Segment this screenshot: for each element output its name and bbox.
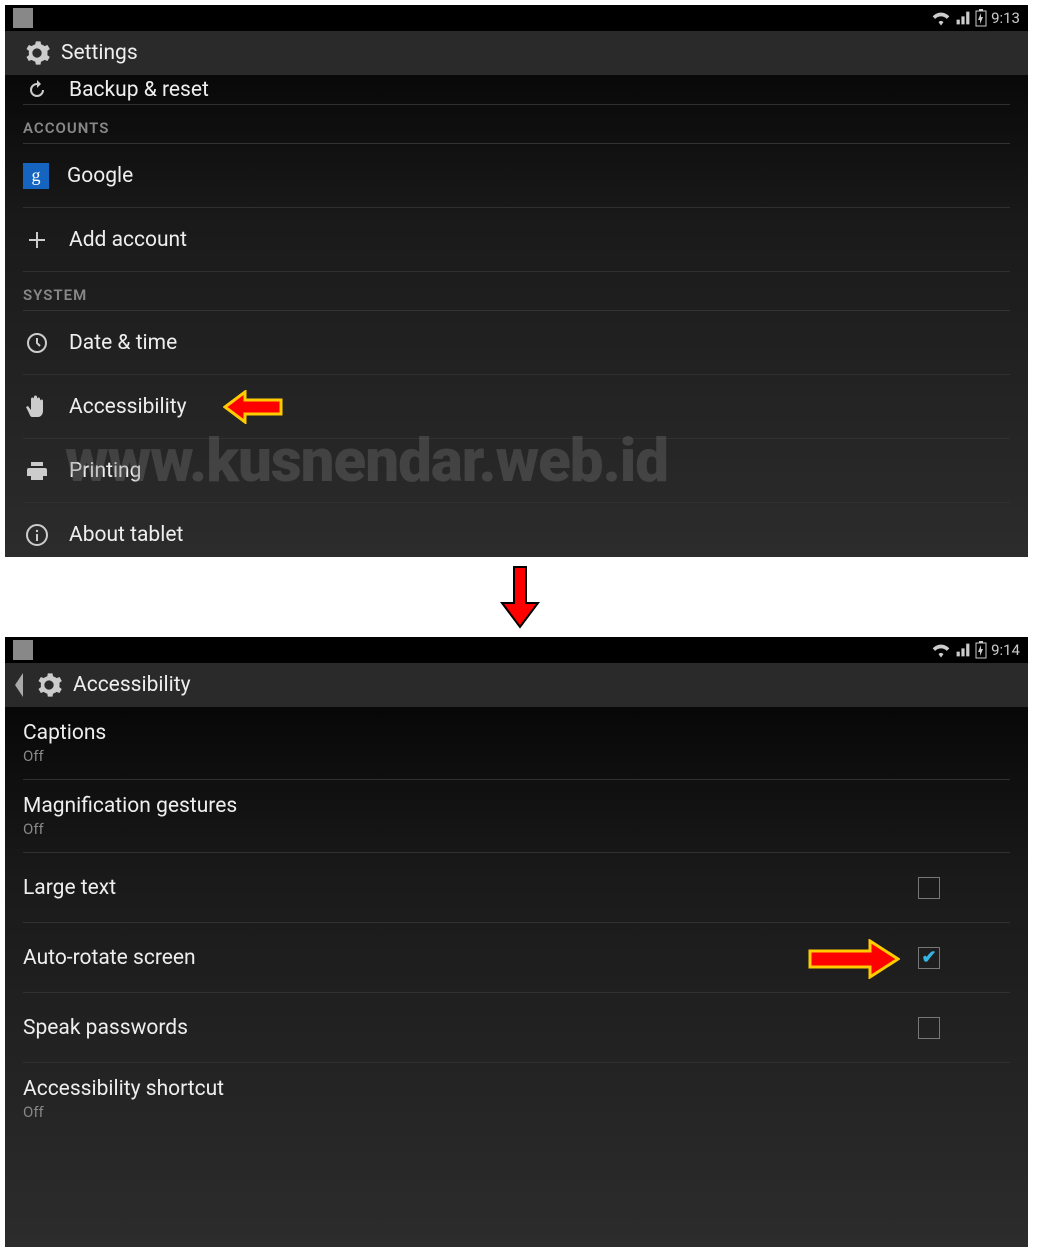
pref-title: Accessibility shortcut (23, 1077, 224, 1101)
pref-title: Auto-rotate screen (23, 946, 196, 970)
status-bar: 9:13 (5, 5, 1028, 31)
status-clock: 9:14 (991, 641, 1020, 659)
accessibility-screen: 9:14 Accessibility Captions Off Magnific… (5, 637, 1028, 1247)
status-bar: 9:14 (5, 637, 1028, 663)
row-label: Accessibility (69, 395, 1010, 419)
info-icon (25, 523, 49, 547)
row-label: Date & time (69, 331, 1010, 355)
pref-subtitle: Off (23, 820, 237, 838)
checkbox-auto-rotate[interactable] (918, 947, 940, 969)
row-google[interactable]: g Google (23, 144, 1010, 208)
section-header-accounts: ACCOUNTS (23, 105, 1010, 144)
pref-title: Captions (23, 721, 106, 745)
pref-title: Large text (23, 876, 116, 900)
checkbox-large-text[interactable] (918, 877, 940, 899)
action-bar-title: Settings (61, 41, 138, 65)
row-accessibility[interactable]: Accessibility (23, 375, 1010, 439)
notification-app-icon (13, 640, 33, 660)
pref-speak-passwords[interactable]: Speak passwords (23, 993, 1010, 1063)
action-bar[interactable]: Accessibility (5, 663, 1028, 707)
annotation-arrow-left-icon (223, 390, 283, 424)
row-date-time[interactable]: Date & time (23, 311, 1010, 375)
signal-icon (955, 10, 971, 26)
row-add-account[interactable]: Add account (23, 208, 1010, 272)
pref-accessibility-shortcut[interactable]: Accessibility shortcut Off (23, 1063, 1010, 1135)
pref-large-text[interactable]: Large text (23, 853, 1010, 923)
battery-charging-icon (975, 641, 987, 659)
row-label: Printing (69, 459, 1010, 483)
row-about-tablet[interactable]: About tablet (23, 503, 1010, 557)
row-label: Backup & reset (69, 78, 1010, 102)
pref-captions[interactable]: Captions Off (23, 707, 1010, 780)
row-label: Google (67, 164, 1010, 188)
accessibility-list[interactable]: Captions Off Magnification gestures Off … (5, 707, 1028, 1135)
plus-icon (25, 228, 49, 252)
section-header-system: SYSTEM (23, 272, 1010, 311)
settings-list[interactable]: Backup & reset ACCOUNTS g Google Add acc… (5, 75, 1028, 557)
row-label: About tablet (69, 523, 1010, 547)
action-bar-title: Accessibility (73, 673, 191, 697)
pref-auto-rotate[interactable]: Auto-rotate screen (23, 923, 1010, 993)
battery-charging-icon (975, 9, 987, 27)
annotation-gap (0, 562, 1040, 632)
row-backup-reset[interactable]: Backup & reset (23, 75, 1010, 105)
printer-icon (25, 459, 49, 483)
google-icon: g (23, 163, 49, 189)
gear-icon (35, 671, 63, 699)
restore-icon (25, 78, 49, 102)
row-label: Add account (69, 228, 1010, 252)
pref-title: Speak passwords (23, 1016, 188, 1040)
row-printing[interactable]: Printing (23, 439, 1010, 503)
wifi-icon (931, 10, 951, 26)
gear-icon (23, 39, 51, 67)
wifi-icon (931, 642, 951, 658)
status-clock: 9:13 (991, 9, 1020, 27)
pref-title: Magnification gestures (23, 794, 237, 818)
action-bar: Settings (5, 31, 1028, 75)
signal-icon (955, 642, 971, 658)
back-chevron-icon[interactable] (11, 671, 25, 699)
hand-icon (25, 395, 49, 419)
annotation-arrow-right-icon (808, 939, 900, 979)
annotation-arrow-down-icon (500, 565, 540, 629)
settings-screen: 9:13 Settings Backup & reset ACCOUNTS g … (5, 5, 1028, 557)
checkbox-speak-passwords[interactable] (918, 1017, 940, 1039)
pref-magnification[interactable]: Magnification gestures Off (23, 780, 1010, 853)
pref-subtitle: Off (23, 747, 106, 765)
notification-app-icon (13, 8, 33, 28)
pref-subtitle: Off (23, 1103, 224, 1121)
clock-icon (25, 331, 49, 355)
